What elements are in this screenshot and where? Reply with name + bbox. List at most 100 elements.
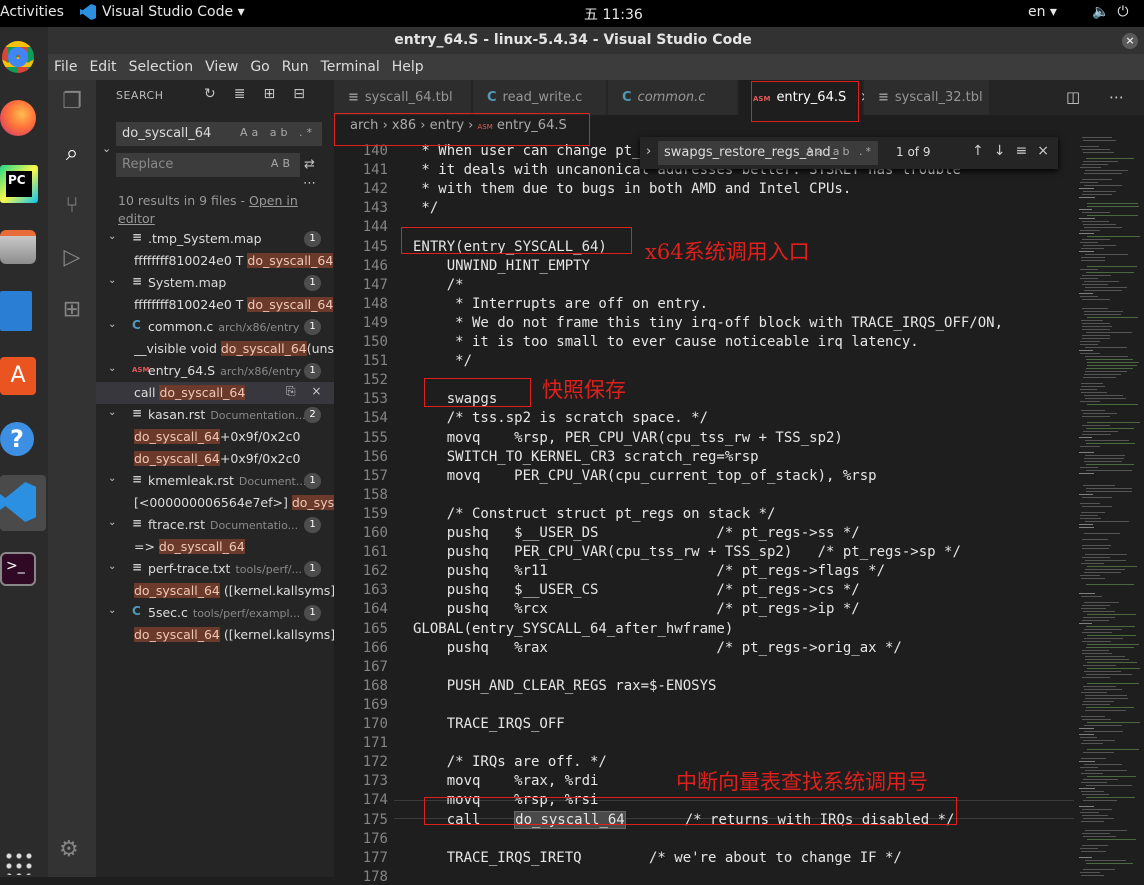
system-menu-icons[interactable]: 🔈⏻ (1092, 4, 1137, 20)
replace-all-icon[interactable]: ⇄ (304, 157, 315, 172)
find-input[interactable]: swapgs_restore_regs_and_ Aa ab .* (658, 141, 878, 165)
result-file-row[interactable]: ⌄ ≡ kasan.rst Documentation... 2 (96, 404, 334, 426)
software-icon[interactable]: A (0, 357, 36, 395)
manage-gear-icon[interactable]: ⚙ (59, 837, 79, 862)
search-input[interactable]: do_syscall_64 Aa ab .* (116, 122, 322, 146)
result-match-row[interactable]: [<000000006564e7ef>] do_sysc... (96, 492, 334, 514)
result-file-row[interactable]: ⌄ ASM entry_64.S arch/x86/entry 1 (96, 360, 334, 382)
toggle-replace-chevron-icon[interactable]: ⌄ (102, 142, 111, 155)
activities-button[interactable]: Activities (0, 4, 64, 20)
annotation-box-active-tab (751, 81, 859, 122)
menu-run[interactable]: Run (282, 59, 309, 75)
result-match-row[interactable]: do_syscall_64 ([kernel.kallsyms]) (96, 624, 334, 646)
chevron-down-icon[interactable]: ⌄ (108, 231, 116, 242)
editor-actions[interactable]: ◫ ⋯ (1066, 88, 1136, 106)
code-line: pushq %r11 /* pt_regs->flags */ (413, 563, 886, 580)
result-match-row[interactable]: ffffffff810024e0 T do_syscall_64 (96, 294, 334, 316)
input-language[interactable]: en ▾ (1028, 4, 1057, 20)
minimap-line (1082, 179, 1112, 180)
find-options[interactable]: Aa ab .* (806, 145, 874, 158)
minimap-line (1087, 722, 1140, 723)
row-actions[interactable]: ⎘ × (286, 384, 327, 399)
minimap-line (1079, 623, 1092, 624)
menu-go[interactable]: Go (250, 59, 269, 75)
result-file-row[interactable]: ⌄ ≡ ftrace.rst Documentatio... 1 (96, 514, 334, 536)
preserve-case-option[interactable]: AB (271, 157, 294, 170)
match-pre: call (134, 385, 160, 400)
pycharm-icon[interactable]: PC (0, 165, 38, 203)
chevron-down-icon[interactable]: ⌄ (108, 473, 116, 484)
tab-read-write-c[interactable]: Cread_write.c (473, 80, 607, 115)
find-nav-buttons[interactable]: ↑↓≡× (972, 143, 1059, 159)
match-count-badge: 1 (304, 275, 321, 291)
app-menu[interactable]: Visual Studio Code ▾ (80, 4, 245, 20)
result-file-row[interactable]: ⌄ ≡ perf-trace.txt tools/perf/... 1 (96, 558, 334, 580)
debug-icon[interactable]: ▷ (58, 244, 86, 272)
result-match-row[interactable]: do_syscall_64 ([kernel.kallsyms]) (96, 580, 334, 602)
source-control-icon[interactable]: ⑂ (58, 192, 86, 220)
minimap-line (1087, 668, 1140, 669)
minimap-line (1084, 395, 1123, 396)
minimap-line (1082, 548, 1109, 549)
minimap-line (1081, 512, 1105, 513)
help-icon[interactable]: ? (0, 422, 34, 456)
line-number: 152 (362, 372, 388, 389)
result-file-row[interactable]: ⌄ ≡ kmemleak.rst Document... 1 (96, 470, 334, 492)
result-match-row[interactable]: call do_syscall_64 ⎘ × (96, 382, 334, 404)
result-file-row[interactable]: ⌄ Ccommon.c arch/x86/entry 1 (96, 316, 334, 338)
toggle-replace-icon[interactable]: › (646, 144, 651, 159)
clock[interactable]: 五 11:36 (584, 4, 643, 24)
file-name: 5sec.c (148, 605, 188, 620)
explorer-icon[interactable]: ❐ (58, 88, 86, 116)
result-match-row[interactable]: ffffffff810024e0 T do_syscall_64 (96, 250, 334, 272)
minimap[interactable] (1074, 137, 1144, 877)
menu-selection[interactable]: Selection (129, 59, 194, 75)
search-icon[interactable]: ⌕ (58, 140, 86, 168)
result-match-row[interactable]: do_syscall_64+0x9f/0x2c0 (96, 448, 334, 470)
file-name: System.map (148, 275, 227, 290)
tab-common-c[interactable]: Ccommon.c (608, 80, 738, 115)
result-match-row[interactable]: => do_syscall_64 (96, 536, 334, 558)
minimap-line (1087, 266, 1137, 267)
line-number: 171 (362, 735, 388, 752)
minimap-line (1082, 164, 1108, 165)
replace-input[interactable]: Replace AB (116, 153, 300, 177)
menu-edit[interactable]: Edit (89, 59, 116, 75)
chevron-down-icon[interactable]: ⌄ (108, 319, 116, 330)
chevron-down-icon[interactable]: ⌄ (108, 275, 116, 286)
menu-file[interactable]: File (54, 59, 77, 75)
minimap-line (1080, 737, 1097, 738)
result-file-row[interactable]: ⌄ C 5sec.c tools/perf/exampl... 1 (96, 602, 334, 624)
chevron-down-icon[interactable]: ⌄ (108, 407, 116, 418)
result-file-row[interactable]: ⌄ ≡ System.map 1 (96, 272, 334, 294)
chrome-icon[interactable] (2, 41, 34, 73)
menu-view[interactable]: View (205, 59, 238, 75)
menu-help[interactable]: Help (392, 59, 424, 75)
tab-syscall-32-tbl[interactable]: ≡ syscall_32.tbl (864, 80, 990, 115)
tab-label: syscall_32.tbl (894, 90, 983, 105)
result-file-row[interactable]: ⌄ ≡ .tmp_System.map 1 (96, 228, 334, 250)
menu-terminal[interactable]: Terminal (321, 59, 380, 75)
terminal-icon[interactable]: >_ (0, 552, 36, 586)
firefox-icon[interactable] (0, 100, 36, 136)
result-match-row[interactable]: do_syscall_64+0x9f/0x2c0 (96, 426, 334, 448)
show-apps-icon[interactable] (4, 851, 34, 875)
sidebar-header-actions[interactable]: ↻≣⊞⊟ (204, 86, 323, 102)
chevron-down-icon[interactable]: ⌄ (108, 517, 116, 528)
line-number: 145 (362, 238, 388, 255)
search-options[interactable]: Aa ab .* (240, 126, 316, 139)
text-file-icon: ≡ (878, 90, 889, 105)
result-match-row[interactable]: __visible void do_syscall_64(uns... (96, 338, 334, 360)
chevron-down-icon[interactable]: ⌄ (108, 363, 116, 374)
chevron-down-icon[interactable]: ⌄ (108, 561, 116, 572)
window-close-button[interactable]: × (1122, 33, 1138, 49)
tab-syscall-64-tbl[interactable]: ≡ syscall_64.tbl (334, 80, 472, 115)
files-icon[interactable] (0, 230, 36, 264)
chevron-down-icon[interactable]: ⌄ (108, 605, 116, 616)
extensions-icon[interactable]: ⊞ (58, 296, 86, 324)
minimap-line (1087, 776, 1136, 777)
toggle-details-button[interactable]: ⋯ (303, 176, 316, 191)
writer-icon[interactable] (0, 291, 32, 331)
code-line: * it is too small to ever cause noticeab… (413, 334, 919, 350)
file-dir: Documentatio... (209, 519, 299, 532)
